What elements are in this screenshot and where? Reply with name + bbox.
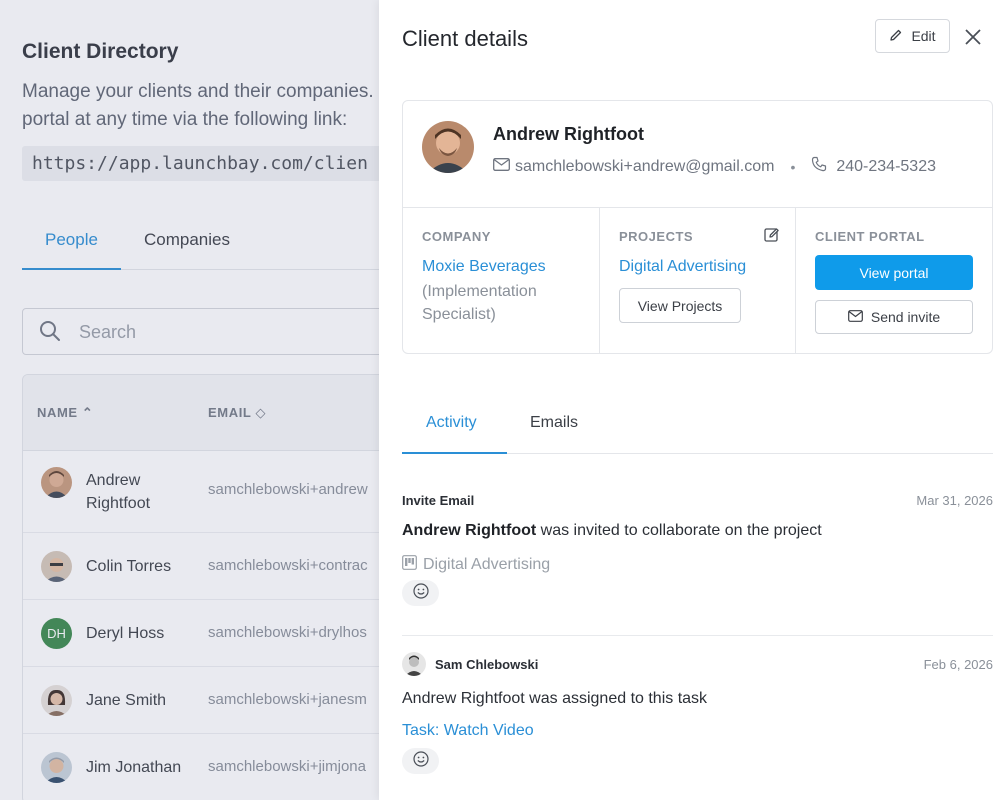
project-board-icon [402,555,417,575]
user-avatar [402,652,426,676]
activity-author: Sam Chlebowski [435,657,539,672]
activity-item: Sam Chlebowski Feb 6, 2026 Andrew Rightf… [402,650,993,800]
close-icon[interactable] [963,27,983,47]
activity-text: Andrew Rightfoot was assigned to this ta… [402,690,708,707]
client-portal-section: CLIENT PORTAL View portal Send invite [796,208,992,353]
client-phone[interactable]: 240-234-5323 [836,158,936,176]
smiley-icon [412,750,429,772]
phone-icon [811,156,827,177]
send-invite-label: Send invite [870,309,941,325]
add-reaction-button[interactable] [402,580,439,606]
company-link[interactable]: Moxie Beverages [422,258,546,276]
add-reaction-button[interactable] [402,748,439,774]
client-portal-label: CLIENT PORTAL [815,229,925,244]
send-mail-icon [847,309,863,325]
company-role: (Implementation Specialist) [422,283,537,323]
project-link[interactable]: Digital Advertising [619,258,746,276]
separator-dot: • [790,158,796,175]
tab-activity[interactable]: Activity [426,414,477,432]
activity-date: Mar 31, 2026 [916,493,993,508]
send-invite-button[interactable]: Send invite [815,300,973,334]
view-portal-button[interactable]: View portal [815,255,973,290]
edit-label: Edit [911,28,936,44]
task-link[interactable]: Task: Watch Video [402,722,534,740]
activity-actor: Andrew Rightfoot [402,522,537,539]
activity-item: Invite Email Mar 31, 2026 Andrew Rightfo… [402,484,993,636]
edit-projects-icon[interactable] [764,227,780,248]
client-contact-info: samchlebowski+andrew@gmail.com • 240-234… [493,156,936,177]
company-section: COMPANY Moxie Beverages (Implementation … [403,208,600,353]
mail-icon [493,157,510,176]
client-details-drawer: Client details Edit Andrew Rightfoot sam… [379,0,1000,800]
smiley-icon [412,582,429,604]
active-tab-indicator [402,452,507,454]
client-summary-card: Andrew Rightfoot samchlebowski+andrew@gm… [402,100,993,354]
activity-project-name: Digital Advertising [423,556,551,573]
company-label: COMPANY [422,229,491,244]
client-email[interactable]: samchlebowski+andrew@gmail.com [515,158,774,176]
view-projects-button[interactable]: View Projects [619,288,741,323]
activity-project[interactable]: Digital Advertising [402,555,550,575]
client-name: Andrew Rightfoot [493,124,644,144]
drawer-title: Client details [402,26,528,51]
client-avatar [422,121,474,173]
tab-emails[interactable]: Emails [530,414,578,432]
projects-label: PROJECTS [619,229,694,244]
activity-date: Feb 6, 2026 [923,657,993,672]
edit-button[interactable]: Edit [875,19,950,53]
pencil-icon [889,28,903,45]
modal-backdrop[interactable] [0,0,380,800]
projects-section: PROJECTS Digital Advertising View Projec… [600,208,796,353]
activity-heading: Invite Email [402,493,475,508]
activity-text: Andrew Rightfoot was invited to collabor… [402,522,822,539]
detail-tabs: Activity Emails [402,395,993,454]
